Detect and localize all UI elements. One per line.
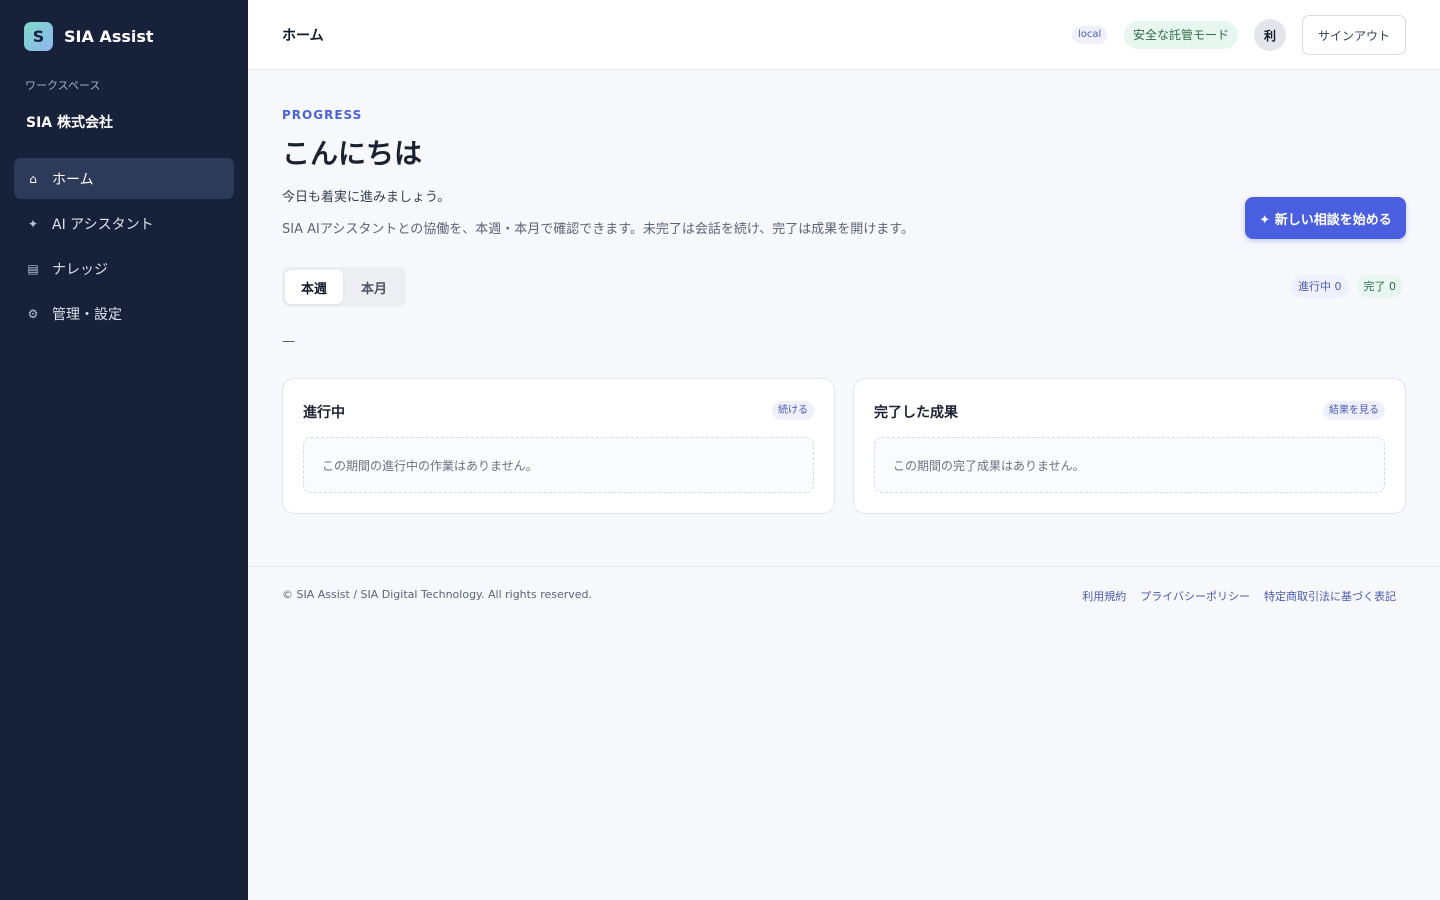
brand-logo-icon: S xyxy=(24,22,53,51)
view-results-link[interactable]: 結果を見る xyxy=(1323,401,1385,420)
terms-link[interactable]: 利用規約 xyxy=(1082,588,1126,604)
copyright-text: © SIA Assist / SIA Digital Technology. A… xyxy=(282,588,593,601)
in-progress-count-badge: 進行中 0 xyxy=(1291,275,1349,298)
sparkle-icon: ✦ xyxy=(27,216,39,231)
sidebar-item-ai-assistant[interactable]: ✦ AI アシスタント xyxy=(14,203,234,244)
empty-state: この期間の進行中の作業はありません。 xyxy=(303,437,814,493)
workspace-label: ワークスペース xyxy=(25,79,101,92)
gear-icon: ⚙ xyxy=(27,306,39,321)
footer: © SIA Assist / SIA Digital Technology. A… xyxy=(248,566,1440,626)
sidebar-item-label: ナレッジ xyxy=(52,261,108,278)
tab-this-month[interactable]: 本月 xyxy=(345,270,403,304)
sidebar-item-label: 管理・設定 xyxy=(52,306,122,323)
done-card: 完了した成果 結果を見る この期間の完了成果はありません。 xyxy=(853,378,1406,514)
sidebar-item-label: ホーム xyxy=(52,171,94,188)
brand-name: SIA Assist xyxy=(64,27,154,46)
card-title: 進行中 xyxy=(303,405,345,421)
card-title: 完了した成果 xyxy=(874,405,958,421)
workspace-name: SIA 株式会社 xyxy=(26,115,114,131)
period-tabs: 本週 本月 xyxy=(282,267,406,307)
sidebar-nav: ⌂ ホーム ✦ AI アシスタント ▤ ナレッジ ⚙ 管理・設定 xyxy=(14,158,234,338)
privacy-link[interactable]: プライバシーポリシー xyxy=(1140,588,1250,604)
commerce-law-link[interactable]: 特定商取引法に基づく表記 xyxy=(1264,588,1396,604)
page-title: ホーム xyxy=(282,28,324,44)
done-count-badge: 完了 0 xyxy=(1356,275,1403,298)
sidebar-item-label: AI アシスタント xyxy=(52,216,154,233)
greeting-subtitle: 今日も着実に進みましょう。 xyxy=(282,190,451,205)
signout-button[interactable]: サインアウト xyxy=(1302,15,1406,55)
new-consultation-button[interactable]: ✦ 新しい相談を始める xyxy=(1245,197,1406,239)
brand[interactable]: S SIA Assist xyxy=(24,22,154,51)
document-icon: ▤ xyxy=(27,261,39,276)
empty-state: この期間の完了成果はありません。 xyxy=(874,437,1385,493)
in-progress-card: 進行中 続ける この期間の進行中の作業はありません。 xyxy=(282,378,835,514)
sidebar-item-knowledge[interactable]: ▤ ナレッジ xyxy=(14,248,234,289)
continue-link[interactable]: 続ける xyxy=(772,401,814,420)
footer-links: 利用規約 プライバシーポリシー 特定商取引法に基づく表記 xyxy=(1082,588,1396,604)
page-description: SIA AIアシスタントとの協働を、本週・本月で確認できます。未完了は会話を続け… xyxy=(282,222,914,237)
environment-badge: local xyxy=(1072,26,1108,44)
avatar[interactable]: 利 xyxy=(1254,19,1286,51)
period-range-text: — xyxy=(282,334,295,349)
section-eyebrow: PROGRESS xyxy=(282,108,363,122)
sidebar: S SIA Assist ワークスペース SIA 株式会社 ⌂ ホーム ✦ AI… xyxy=(0,0,248,900)
greeting-heading: こんにちは xyxy=(282,137,423,170)
sidebar-item-settings[interactable]: ⚙ 管理・設定 xyxy=(14,293,234,334)
tab-this-week[interactable]: 本週 xyxy=(285,270,343,304)
mode-badge: 安全な託管モード xyxy=(1124,21,1239,49)
sidebar-item-home[interactable]: ⌂ ホーム xyxy=(14,158,234,199)
home-icon: ⌂ xyxy=(29,171,37,186)
count-badges: 進行中 0 完了 0 xyxy=(1291,275,1403,298)
top-header: ホーム local 安全な託管モード 利 サインアウト xyxy=(248,0,1440,70)
